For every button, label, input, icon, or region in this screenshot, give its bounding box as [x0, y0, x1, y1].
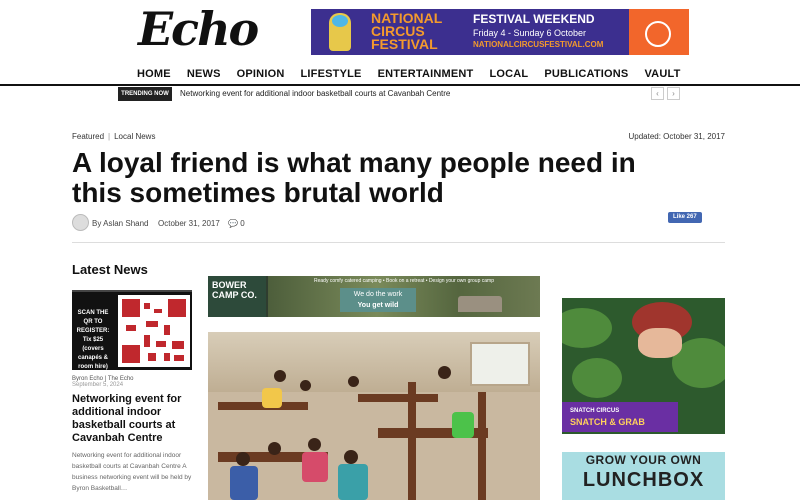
lunchbox-ad[interactable]: GROW YOUR OWN LUNCHBOX	[562, 452, 725, 500]
photo-window	[470, 342, 530, 386]
banner-ad-details: FESTIVAL WEEKEND Friday 4 - Sunday 6 Oct…	[473, 12, 631, 50]
child	[344, 450, 358, 464]
child	[274, 370, 286, 382]
child	[236, 452, 250, 466]
trending-now-tag: TRENDING NOW	[118, 87, 172, 101]
author-name[interactable]: By Aslan Shand	[92, 219, 148, 228]
banner-ad-title: NATIONAL CIRCUS FESTIVAL	[371, 10, 443, 52]
child	[268, 442, 281, 455]
main-navigation: HOME NEWS OPINION LIFESTYLE ENTERTAINMEN…	[0, 64, 800, 86]
performer-face	[638, 328, 682, 358]
tent-icon	[458, 296, 502, 312]
trending-headline[interactable]: Networking event for additional indoor b…	[180, 89, 450, 98]
bower-camp-logo: BOWER CAMP CO.	[208, 276, 266, 317]
camp-ad-strip: Ready comfy catered camping • Book on a …	[314, 278, 494, 284]
snatch-circus-small: SNATCH CIRCUS	[570, 408, 620, 414]
lunchbox-ad-line2: LUNCHBOX	[582, 469, 705, 491]
camp-ad-slogan: We do the work You get wild	[340, 288, 416, 312]
article-feature-photo	[208, 332, 540, 500]
breadcrumb-separator: |	[108, 132, 111, 141]
bunk-bed	[478, 392, 486, 500]
nav-item-entertainment[interactable]: ENTERTAINMENT	[378, 68, 474, 80]
latest-news-thumbnail[interactable]: SCAN THE QR TO REGISTER: Tix $25 (covers…	[72, 290, 192, 370]
child	[348, 376, 359, 387]
nav-item-local[interactable]: LOCAL	[489, 68, 528, 80]
qr-register-text: SCAN THE QR TO REGISTER: Tix $25 (covers…	[76, 310, 110, 370]
camp-ad-line1: We do the work	[353, 291, 403, 298]
festival-badge-icon	[629, 9, 689, 55]
author-avatar[interactable]	[72, 214, 89, 231]
child-shirt	[262, 388, 282, 408]
nav-item-news[interactable]: NEWS	[187, 68, 221, 80]
nav-item-publications[interactable]: PUBLICATIONS	[544, 68, 628, 80]
divider	[72, 242, 725, 243]
bunk-bed	[358, 394, 438, 402]
circus-festival-banner-ad[interactable]: NATIONAL CIRCUS FESTIVAL FESTIVAL WEEKEN…	[311, 9, 689, 55]
nav-item-opinion[interactable]: OPINION	[237, 68, 285, 80]
updated-date: Updated: October 31, 2017	[628, 132, 725, 141]
category-local-news[interactable]: Local News	[114, 132, 155, 141]
circus-mascot-icon	[329, 13, 351, 51]
child	[438, 366, 451, 379]
child	[308, 438, 321, 451]
breadcrumb: Featured | Local News	[72, 132, 155, 141]
chevron-right-icon[interactable]: ›	[667, 87, 680, 100]
leaf-shape	[572, 358, 622, 398]
comments-number: 0	[240, 219, 245, 228]
banner-ad-url: NATIONALCIRCUSFESTIVAL.COM	[473, 40, 604, 49]
snatch-circus-ad[interactable]: SNATCH CIRCUS SNATCH & GRAB	[562, 298, 725, 434]
child	[300, 380, 311, 391]
byline-date: September 5, 2024	[72, 382, 124, 388]
latest-news-byline: Byron Echo | The Echo September 5, 2024	[72, 376, 134, 388]
nav-item-lifestyle[interactable]: LIFESTYLE	[300, 68, 361, 80]
leaf-shape	[562, 308, 612, 348]
bower-camp-ad[interactable]: BOWER CAMP CO. Ready comfy catered campi…	[208, 276, 540, 317]
bunk-bed	[408, 382, 416, 500]
banner-ad-headline: FESTIVAL WEEKEND	[473, 12, 595, 26]
child-shirt	[452, 412, 474, 438]
facebook-like-button[interactable]: Like 267	[668, 212, 702, 223]
child-shirt	[302, 452, 328, 482]
snatch-circus-label: SNATCH CIRCUS SNATCH & GRAB	[562, 402, 678, 432]
trending-arrows: ‹ ›	[648, 87, 680, 100]
chevron-left-icon[interactable]: ‹	[651, 87, 664, 100]
nav-item-vault[interactable]: VAULT	[644, 68, 680, 80]
nav-item-home[interactable]: HOME	[137, 68, 171, 80]
article-date: October 31, 2017	[158, 219, 220, 228]
banner-ad-dates: Friday 4 - Sunday 6 October	[473, 28, 587, 38]
article-title: A loyal friend is what many people need …	[72, 147, 636, 208]
comment-icon: 💬	[228, 219, 241, 228]
child-shirt	[230, 466, 258, 500]
child-shirt	[338, 464, 368, 500]
latest-news-heading: Latest News	[72, 262, 148, 277]
lunchbox-ad-line1: GROW YOUR OWN	[585, 453, 702, 467]
camp-ad-line2: You get wild	[357, 302, 399, 309]
latest-news-title[interactable]: Networking event for additional indoor b…	[72, 393, 194, 445]
echo-logo[interactable]: Echo	[138, 2, 259, 56]
latest-news-excerpt: Networking event for additional indoor b…	[72, 452, 192, 492]
snatch-circus-big: SNATCH & GRAB	[570, 417, 645, 427]
qr-code-icon	[118, 295, 190, 367]
comments-count[interactable]: 💬 0	[228, 219, 245, 228]
category-featured[interactable]: Featured	[72, 132, 104, 141]
